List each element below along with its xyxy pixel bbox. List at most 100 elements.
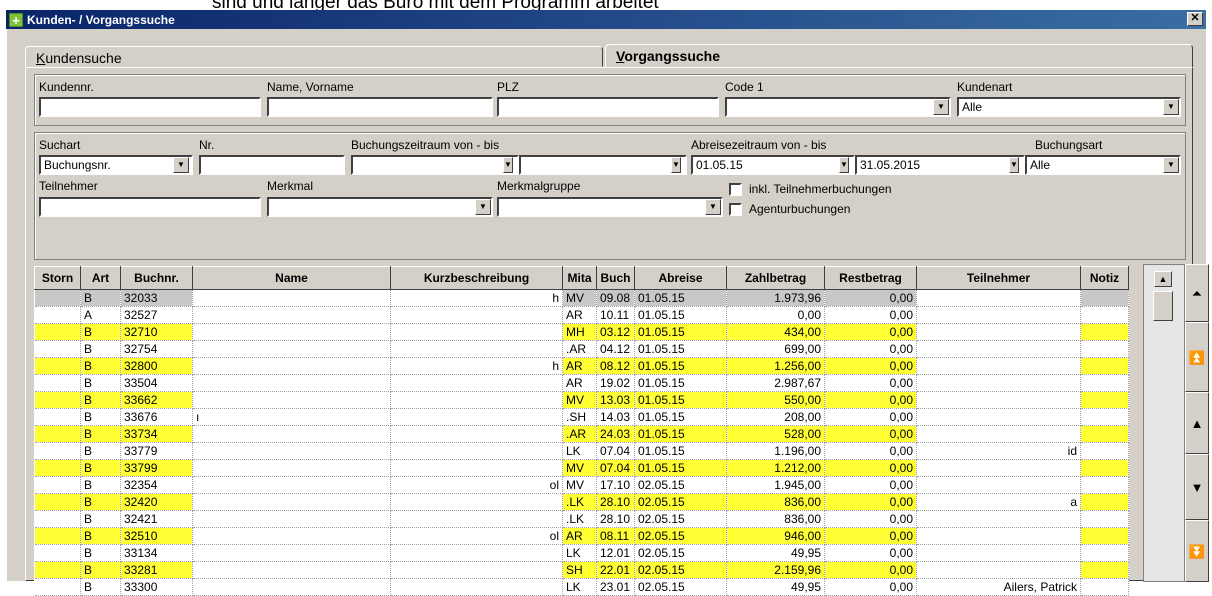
- scroll-down-icon[interactable]: ▼: [1185, 454, 1209, 520]
- cell-buch: 22.01: [596, 561, 635, 579]
- cell-teilnehmer: [916, 425, 1081, 443]
- table-row[interactable]: B 33281 SH 22.01 02.05.15 2.159,96 0,00: [34, 561, 1129, 579]
- col-header-teilnehmer[interactable]: Teilnehmer: [916, 266, 1081, 290]
- buchungszeitraum-to-input[interactable]: [519, 155, 687, 175]
- table-row[interactable]: B 33662 MV 13.03 01.05.15 550,00 0,00: [34, 391, 1129, 409]
- table-row[interactable]: B 33504 AR 19.02 01.05.15 2.987,67 0,00: [34, 374, 1129, 392]
- cell-notiz: [1080, 527, 1129, 545]
- close-icon[interactable]: ✕: [1187, 12, 1203, 26]
- abreisezeitraum-from-chevron-down-icon[interactable]: ▼: [839, 157, 849, 173]
- cell-restbetrag: 0,00: [824, 510, 917, 528]
- buchungszeitraum-to-chevron-down-icon[interactable]: ▼: [671, 157, 681, 173]
- cell-buch: 07.04: [596, 459, 635, 477]
- buchungsart-select[interactable]: Alle: [1025, 155, 1181, 175]
- merkmalgruppe-label: Merkmalgruppe: [497, 179, 581, 193]
- tab-vorgangssuche[interactable]: Vorgangssuche: [605, 44, 1193, 68]
- kundenart-select[interactable]: Alle: [957, 97, 1181, 117]
- table-row[interactable]: B 32354 ol MV 17.10 02.05.15 1.945,00 0,00: [34, 476, 1129, 494]
- cell-mita: .SH: [562, 408, 597, 426]
- buchungszeitraum-from-input[interactable]: [351, 155, 519, 175]
- agenturbuchungen-checkbox[interactable]: [729, 203, 742, 216]
- merkmalgruppe-select[interactable]: [497, 197, 723, 217]
- table-row[interactable]: B 32710 MH 03.12 01.05.15 434,00 0,00: [34, 323, 1129, 341]
- cell-storn: [34, 306, 81, 324]
- table-row[interactable]: A 32527 AR 10.11 01.05.15 0,00 0,00: [34, 306, 1129, 324]
- suchart-chevron-down-icon[interactable]: ▼: [173, 157, 189, 173]
- abreisezeitraum-to-input[interactable]: 31.05.2015: [855, 155, 1025, 175]
- code1-select[interactable]: [725, 97, 951, 117]
- buchungsart-chevron-down-icon[interactable]: ▼: [1163, 157, 1179, 173]
- cell-name: [192, 425, 391, 443]
- table-row[interactable]: B 33300 LK 23.01 02.05.15 49,95 0,00 Ailers, Pa…: [34, 578, 1129, 596]
- suchart-label: Suchart: [39, 138, 81, 152]
- col-header-restbetrag[interactable]: Restbetrag: [824, 266, 917, 290]
- cell-abreise: 02.05.15: [634, 510, 727, 528]
- merkmalgruppe-chevron-down-icon[interactable]: ▼: [705, 199, 721, 215]
- table-row[interactable]: B 32800 h AR 08.12 01.05.15 1.256,00 0,00: [34, 357, 1129, 375]
- table-row[interactable]: B 33799 MV 07.04 01.05.15 1.212,00 0,00: [34, 459, 1129, 477]
- table-row[interactable]: B 33779 LK 07.04 01.05.15 1.196,00 0,00 id: [34, 442, 1129, 460]
- table-row[interactable]: B 33734 .AR 24.03 01.05.15 528,00 0,00: [34, 425, 1129, 443]
- cell-storn: [34, 425, 81, 443]
- teilnehmer-input[interactable]: [39, 197, 261, 217]
- cell-restbetrag: 0,00: [824, 357, 917, 375]
- table-row[interactable]: B 32420 .LK 28.10 02.05.15 836,00 0,00 a: [34, 493, 1129, 511]
- merkmal-select[interactable]: [267, 197, 493, 217]
- table-row[interactable]: B 32510 ol AR 08.11 02.05.15 946,00 0,00: [34, 527, 1129, 545]
- cell-mita: LK: [562, 544, 597, 562]
- nr-input[interactable]: [199, 155, 345, 175]
- col-header-zahlbetrag[interactable]: Zahlbetrag: [726, 266, 825, 290]
- scroll-first-icon[interactable]: ⏶: [1185, 264, 1209, 322]
- cell-notiz: [1080, 442, 1129, 460]
- plz-input[interactable]: [497, 97, 719, 117]
- cell-kurzbeschreibung: [390, 425, 563, 443]
- scrollbar-thumb[interactable]: [1153, 291, 1173, 321]
- cell-zahlbetrag: 434,00: [726, 323, 825, 341]
- inkl-teilnehmer-checkbox[interactable]: [729, 183, 742, 196]
- abreisezeitraum-from-input[interactable]: 01.05.15: [691, 155, 855, 175]
- table-row[interactable]: B 33134 LK 12.01 02.05.15 49,95 0,00: [34, 544, 1129, 562]
- scroll-page-up-icon[interactable]: ⏫: [1185, 322, 1209, 392]
- table-row[interactable]: B 32421 .LK 28.10 02.05.15 836,00 0,00: [34, 510, 1129, 528]
- code1-chevron-down-icon[interactable]: ▼: [933, 99, 949, 115]
- cell-mita: .LK: [562, 493, 597, 511]
- scroll-up-icon[interactable]: ▲: [1185, 392, 1209, 454]
- kundennr-input[interactable]: [39, 97, 261, 117]
- name-input[interactable]: [267, 97, 493, 117]
- abreisezeitraum-to-chevron-down-icon[interactable]: ▼: [1009, 157, 1019, 173]
- tab-kundensuche-label: undensuche: [45, 50, 122, 66]
- table-row[interactable]: B 33676 ı .SH 14.03 01.05.15 208,00 0,00: [34, 408, 1129, 426]
- nr-label: Nr.: [199, 138, 215, 152]
- merkmal-chevron-down-icon[interactable]: ▼: [475, 199, 491, 215]
- col-header-name[interactable]: Name: [192, 266, 391, 290]
- buchungszeitraum-from-chevron-down-icon[interactable]: ▼: [503, 157, 513, 173]
- table-row[interactable]: B 32754 .AR 04.12 01.05.15 699,00 0,00: [34, 340, 1129, 358]
- col-header-buch[interactable]: Buch: [596, 266, 635, 290]
- cell-art: B: [80, 510, 121, 528]
- scroll-up-small-icon[interactable]: ▲: [1154, 271, 1172, 287]
- table-row[interactable]: B 32033 h MV 09.08 01.05.15 1.973,96 0,00: [34, 289, 1129, 307]
- col-header-mita[interactable]: Mita: [562, 266, 597, 290]
- cell-abreise: 02.05.15: [634, 527, 727, 545]
- cell-kurzbeschreibung: ol: [390, 476, 563, 494]
- col-header-abreise[interactable]: Abreise: [634, 266, 727, 290]
- cell-teilnehmer: [916, 459, 1081, 477]
- cell-art: B: [80, 425, 121, 443]
- col-header-kurzbeschreibung[interactable]: Kurzbeschreibung: [390, 266, 563, 290]
- col-header-art[interactable]: Art: [80, 266, 121, 290]
- cell-teilnehmer: [916, 408, 1081, 426]
- agenturbuchungen-label: Agenturbuchungen: [749, 202, 851, 216]
- kundenart-chevron-down-icon[interactable]: ▼: [1163, 99, 1179, 115]
- cell-buch: 07.04: [596, 442, 635, 460]
- cell-kurzbeschreibung: [390, 323, 563, 341]
- cell-name: [192, 340, 391, 358]
- col-header-storn[interactable]: Storn: [34, 266, 81, 290]
- table-scrollbar-track[interactable]: ▲: [1143, 264, 1185, 582]
- col-header-buchnr[interactable]: Buchnr.: [120, 266, 193, 290]
- scroll-page-down-icon[interactable]: ⏬: [1185, 520, 1209, 582]
- suchart-select[interactable]: Buchungsnr.: [39, 155, 193, 175]
- tab-kundensuche[interactable]: Kundensuche: [25, 46, 603, 67]
- cell-zahlbetrag: 208,00: [726, 408, 825, 426]
- cell-restbetrag: 0,00: [824, 289, 917, 307]
- col-header-notiz[interactable]: Notiz: [1080, 266, 1129, 290]
